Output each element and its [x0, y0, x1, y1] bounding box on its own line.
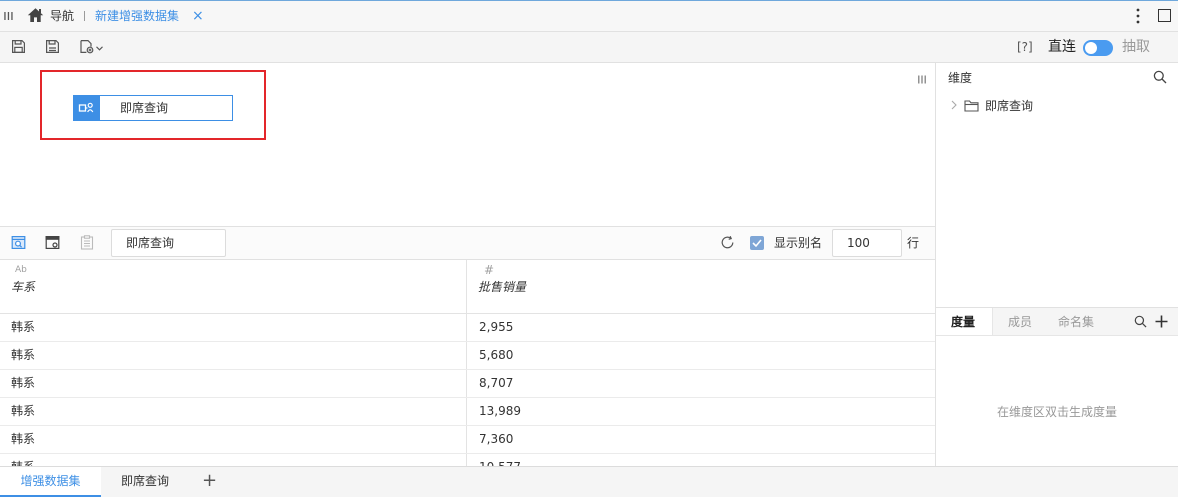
column-name: 批售销量: [478, 280, 527, 294]
close-tab-button[interactable]: ×: [192, 8, 204, 24]
query-node[interactable]: 即席查询: [99, 95, 233, 121]
table-row: 韩系 5,680: [0, 342, 935, 370]
row-limit-field[interactable]: 100: [832, 229, 902, 257]
table-cell: 韩系: [0, 370, 467, 397]
dataset-canvas: 即席查询: [0, 63, 935, 226]
panel-menu-icon[interactable]: [4, 11, 13, 21]
show-alias-label: 显示别名: [774, 236, 823, 250]
table-row: 韩系 10,577: [0, 454, 935, 466]
maximize-icon[interactable]: [1158, 9, 1171, 22]
table-cell: 韩系: [0, 426, 467, 453]
table-row: 韩系 7,360: [0, 426, 935, 454]
query-name-value: 即席查询: [126, 236, 175, 250]
document-tab[interactable]: 新建增强数据集 ×: [92, 5, 204, 27]
column-header-series[interactable]: Ab 车系: [0, 260, 467, 313]
show-alias-checkbox[interactable]: [750, 236, 764, 250]
panel-toggle-icon[interactable]: [918, 75, 926, 84]
tab-members[interactable]: 成员: [1008, 315, 1032, 329]
number-type-badge: #: [484, 263, 495, 277]
top-tab-bar: 导航 新建增强数据集 ×: [0, 0, 1178, 32]
preview-toolbar: 即席查询 显示别名 100 行: [0, 226, 935, 260]
nav-label: 导航: [50, 9, 75, 23]
text-type-badge: Ab: [15, 265, 27, 275]
search-icon[interactable]: [1134, 315, 1147, 328]
main-toolbar: [?] 直连 抽取: [0, 32, 1178, 63]
folder-icon: [964, 100, 979, 112]
row-limit-value: 100: [847, 236, 870, 250]
mode-direct-label[interactable]: 直连: [1048, 39, 1076, 55]
measure-tabs: 度量 成员 命名集: [936, 307, 1178, 336]
table-cell: 7,360: [479, 432, 514, 446]
save-icon[interactable]: [11, 39, 26, 54]
chevron-right-icon[interactable]: [951, 100, 957, 110]
measure-empty-hint: 在维度区双击生成度量: [996, 405, 1117, 419]
add-tab-button[interactable]: +: [202, 471, 217, 491]
table-cell: 8,707: [479, 376, 514, 390]
help-button[interactable]: [?]: [1017, 40, 1033, 54]
dimension-tree-label: 即席查询: [985, 99, 1034, 113]
query-name-field[interactable]: 即席查询: [111, 229, 226, 257]
more-vertical-icon[interactable]: [1136, 8, 1140, 24]
dimension-tree-item[interactable]: 即席查询: [936, 93, 1178, 117]
dimension-panel-title: 维度: [948, 71, 973, 85]
checkmark-icon: [752, 239, 762, 248]
table-row: 韩系 8,707: [0, 370, 935, 398]
table-header: Ab 车系 # 批售销量: [0, 260, 935, 314]
row-unit-label: 行: [907, 236, 920, 250]
save-as-icon[interactable]: [45, 39, 60, 54]
table-cell: 韩系: [0, 314, 467, 341]
home-icon: [27, 8, 44, 22]
plus-icon[interactable]: [1155, 315, 1168, 328]
preview-data-icon[interactable]: [11, 235, 26, 250]
tab-measures-label: 度量: [951, 315, 976, 329]
tab-named-sets[interactable]: 命名集: [1058, 315, 1094, 329]
query-node-label: 即席查询: [120, 101, 169, 115]
clipboard-icon: [80, 235, 94, 250]
table-row: 韩系 13,989: [0, 398, 935, 426]
table-cell: 10,577: [467, 454, 935, 466]
data-source-node-icon[interactable]: [73, 95, 99, 121]
app-window: 导航 新建增强数据集 × [?] 直连 抽取 即席查询 即席查询 显示别名 10…: [0, 0, 1178, 497]
tab-separator: [84, 11, 85, 21]
node-glyph-icon: [78, 102, 94, 113]
table-cell: 13,989: [479, 404, 521, 418]
document-tab-title: 新建增强数据集: [95, 9, 180, 23]
refresh-icon[interactable]: [720, 235, 735, 250]
table-cell: 2,955: [479, 320, 514, 334]
tab-measures[interactable]: 度量: [936, 308, 993, 335]
chevron-down-icon: [96, 46, 103, 51]
bottom-tab-dataset[interactable]: 增强数据集: [0, 467, 101, 497]
field-panel: 维度 即席查询 度量 成员 命名集 在维度区双击生成度量: [935, 63, 1178, 466]
import-menu-button[interactable]: [79, 37, 105, 56]
measure-section: 度量 成员 命名集 在维度区双击生成度量: [936, 307, 1178, 466]
mode-toggle-knob: [1085, 42, 1097, 54]
table-cell: 韩系: [0, 454, 467, 466]
search-icon[interactable]: [1153, 70, 1167, 84]
bottom-tab-bar: 增强数据集 即席查询 +: [0, 466, 1178, 497]
column-header-wholesale-volume[interactable]: # 批售销量: [467, 260, 935, 313]
preview-table: Ab 车系 # 批售销量 韩系 2,955 韩系 5,680 韩系 8,707 …: [0, 260, 935, 466]
table-cell: 韩系: [0, 398, 467, 425]
table-settings-icon[interactable]: [45, 235, 60, 250]
mode-toggle[interactable]: [1083, 40, 1113, 56]
table-cell: 5,680: [479, 348, 514, 362]
table-row: 韩系 2,955: [0, 314, 935, 342]
import-icon: [80, 40, 94, 54]
table-cell: 韩系: [0, 342, 467, 369]
mode-extract-label[interactable]: 抽取: [1122, 39, 1150, 55]
nav-tab[interactable]: 导航: [26, 5, 78, 27]
column-name: 车系: [11, 280, 36, 294]
bottom-tab-query[interactable]: 即席查询: [101, 467, 189, 497]
